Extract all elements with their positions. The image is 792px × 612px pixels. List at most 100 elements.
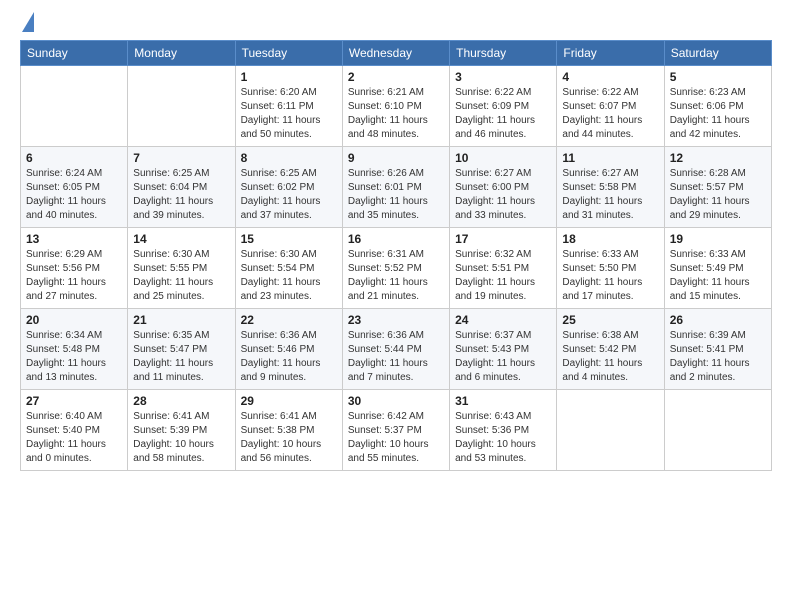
calendar-cell [21,66,128,147]
calendar-cell: 20 Sunrise: 6:34 AM Sunset: 5:48 PM Dayli… [21,309,128,390]
calendar-header-row: SundayMondayTuesdayWednesdayThursdayFrid… [21,41,772,66]
day-info: Sunrise: 6:29 AM Sunset: 5:56 PM Dayligh… [26,248,122,304]
day-number: 10 [455,151,551,165]
calendar-cell: 10 Sunrise: 6:27 AM Sunset: 6:00 PM Dayli… [450,147,557,228]
day-info: Sunrise: 6:30 AM Sunset: 5:54 PM Dayligh… [241,248,337,304]
day-info: Sunrise: 6:37 AM Sunset: 5:43 PM Dayligh… [455,329,551,385]
calendar-cell: 2 Sunrise: 6:21 AM Sunset: 6:10 PM Daylig… [342,66,449,147]
day-number: 29 [241,394,337,408]
day-info: Sunrise: 6:20 AM Sunset: 6:11 PM Dayligh… [241,86,337,142]
calendar-cell: 3 Sunrise: 6:22 AM Sunset: 6:09 PM Daylig… [450,66,557,147]
calendar-cell: 14 Sunrise: 6:30 AM Sunset: 5:55 PM Dayli… [128,228,235,309]
day-info: Sunrise: 6:27 AM Sunset: 6:00 PM Dayligh… [455,167,551,223]
day-number: 20 [26,313,122,327]
day-info: Sunrise: 6:42 AM Sunset: 5:37 PM Dayligh… [348,410,444,466]
day-number: 3 [455,70,551,84]
day-number: 9 [348,151,444,165]
day-number: 25 [562,313,658,327]
day-number: 8 [241,151,337,165]
day-info: Sunrise: 6:27 AM Sunset: 5:58 PM Dayligh… [562,167,658,223]
day-info: Sunrise: 6:41 AM Sunset: 5:38 PM Dayligh… [241,410,337,466]
day-info: Sunrise: 6:40 AM Sunset: 5:40 PM Dayligh… [26,410,122,466]
calendar-cell: 18 Sunrise: 6:33 AM Sunset: 5:50 PM Dayli… [557,228,664,309]
calendar-cell: 8 Sunrise: 6:25 AM Sunset: 6:02 PM Daylig… [235,147,342,228]
week-row-4: 27 Sunrise: 6:40 AM Sunset: 5:40 PM Dayli… [21,390,772,471]
calendar-cell: 9 Sunrise: 6:26 AM Sunset: 6:01 PM Daylig… [342,147,449,228]
day-info: Sunrise: 6:33 AM Sunset: 5:50 PM Dayligh… [562,248,658,304]
calendar-cell: 29 Sunrise: 6:41 AM Sunset: 5:38 PM Dayli… [235,390,342,471]
calendar-cell: 5Sunrise: 6:23 AM Sunset: 6:06 PM Daylig… [664,66,771,147]
calendar-cell [664,390,771,471]
day-info: Sunrise: 6:41 AM Sunset: 5:39 PM Dayligh… [133,410,229,466]
day-number: 1 [241,70,337,84]
calendar-cell: 12 Sunrise: 6:28 AM Sunset: 5:57 PM Dayli… [664,147,771,228]
day-info: Sunrise: 6:26 AM Sunset: 6:01 PM Dayligh… [348,167,444,223]
calendar-cell: 21 Sunrise: 6:35 AM Sunset: 5:47 PM Dayli… [128,309,235,390]
day-number: 2 [348,70,444,84]
calendar-cell: 16 Sunrise: 6:31 AM Sunset: 5:52 PM Dayli… [342,228,449,309]
calendar-cell: 24 Sunrise: 6:37 AM Sunset: 5:43 PM Dayli… [450,309,557,390]
col-header-wednesday: Wednesday [342,41,449,66]
day-info: Sunrise: 6:28 AM Sunset: 5:57 PM Dayligh… [670,167,766,223]
calendar-cell: 31Sunrise: 6:43 AM Sunset: 5:36 PM Dayli… [450,390,557,471]
day-info: Sunrise: 6:35 AM Sunset: 5:47 PM Dayligh… [133,329,229,385]
calendar-cell: 6 Sunrise: 6:24 AM Sunset: 6:05 PM Daylig… [21,147,128,228]
calendar-cell [128,66,235,147]
logo-triangle-icon [22,12,34,32]
day-info: Sunrise: 6:25 AM Sunset: 6:04 PM Dayligh… [133,167,229,223]
col-header-saturday: Saturday [664,41,771,66]
week-row-2: 13Sunrise: 6:29 AM Sunset: 5:56 PM Dayli… [21,228,772,309]
page: SundayMondayTuesdayWednesdayThursdayFrid… [0,0,792,612]
day-info: Sunrise: 6:24 AM Sunset: 6:05 PM Dayligh… [26,167,122,223]
day-info: Sunrise: 6:21 AM Sunset: 6:10 PM Dayligh… [348,86,444,142]
calendar-cell: 28 Sunrise: 6:41 AM Sunset: 5:39 PM Dayli… [128,390,235,471]
day-info: Sunrise: 6:36 AM Sunset: 5:46 PM Dayligh… [241,329,337,385]
calendar-cell: 25 Sunrise: 6:38 AM Sunset: 5:42 PM Dayli… [557,309,664,390]
calendar-cell: 17 Sunrise: 6:32 AM Sunset: 5:51 PM Dayli… [450,228,557,309]
day-info: Sunrise: 6:22 AM Sunset: 6:09 PM Dayligh… [455,86,551,142]
day-info: Sunrise: 6:31 AM Sunset: 5:52 PM Dayligh… [348,248,444,304]
calendar-table: SundayMondayTuesdayWednesdayThursdayFrid… [20,40,772,471]
day-info: Sunrise: 6:38 AM Sunset: 5:42 PM Dayligh… [562,329,658,385]
calendar-cell: 1 Sunrise: 6:20 AM Sunset: 6:11 PM Daylig… [235,66,342,147]
day-info: Sunrise: 6:33 AM Sunset: 5:49 PM Dayligh… [670,248,766,304]
day-number: 21 [133,313,229,327]
day-info: Sunrise: 6:34 AM Sunset: 5:48 PM Dayligh… [26,329,122,385]
day-number: 17 [455,232,551,246]
day-number: 22 [241,313,337,327]
day-number: 14 [133,232,229,246]
day-number: 15 [241,232,337,246]
day-number: 28 [133,394,229,408]
calendar-cell: 11 Sunrise: 6:27 AM Sunset: 5:58 PM Dayli… [557,147,664,228]
day-number: 24 [455,313,551,327]
col-header-sunday: Sunday [21,41,128,66]
calendar-cell: 4Sunrise: 6:22 AM Sunset: 6:07 PM Daylig… [557,66,664,147]
calendar-cell: 27 Sunrise: 6:40 AM Sunset: 5:40 PM Dayli… [21,390,128,471]
day-number: 18 [562,232,658,246]
calendar-cell: 15 Sunrise: 6:30 AM Sunset: 5:54 PM Dayli… [235,228,342,309]
day-number: 7 [133,151,229,165]
day-number: 11 [562,151,658,165]
calendar-cell: 19 Sunrise: 6:33 AM Sunset: 5:49 PM Dayli… [664,228,771,309]
logo [20,16,34,32]
week-row-0: 1 Sunrise: 6:20 AM Sunset: 6:11 PM Daylig… [21,66,772,147]
day-info: Sunrise: 6:25 AM Sunset: 6:02 PM Dayligh… [241,167,337,223]
day-number: 12 [670,151,766,165]
day-info: Sunrise: 6:36 AM Sunset: 5:44 PM Dayligh… [348,329,444,385]
day-number: 30 [348,394,444,408]
day-info: Sunrise: 6:32 AM Sunset: 5:51 PM Dayligh… [455,248,551,304]
day-number: 6 [26,151,122,165]
day-number: 4 [562,70,658,84]
day-number: 23 [348,313,444,327]
day-info: Sunrise: 6:30 AM Sunset: 5:55 PM Dayligh… [133,248,229,304]
col-header-monday: Monday [128,41,235,66]
day-info: Sunrise: 6:43 AM Sunset: 5:36 PM Dayligh… [455,410,551,466]
day-number: 27 [26,394,122,408]
day-number: 26 [670,313,766,327]
day-number: 19 [670,232,766,246]
day-number: 5 [670,70,766,84]
day-number: 16 [348,232,444,246]
col-header-friday: Friday [557,41,664,66]
col-header-tuesday: Tuesday [235,41,342,66]
calendar-cell: 26Sunrise: 6:39 AM Sunset: 5:41 PM Dayli… [664,309,771,390]
